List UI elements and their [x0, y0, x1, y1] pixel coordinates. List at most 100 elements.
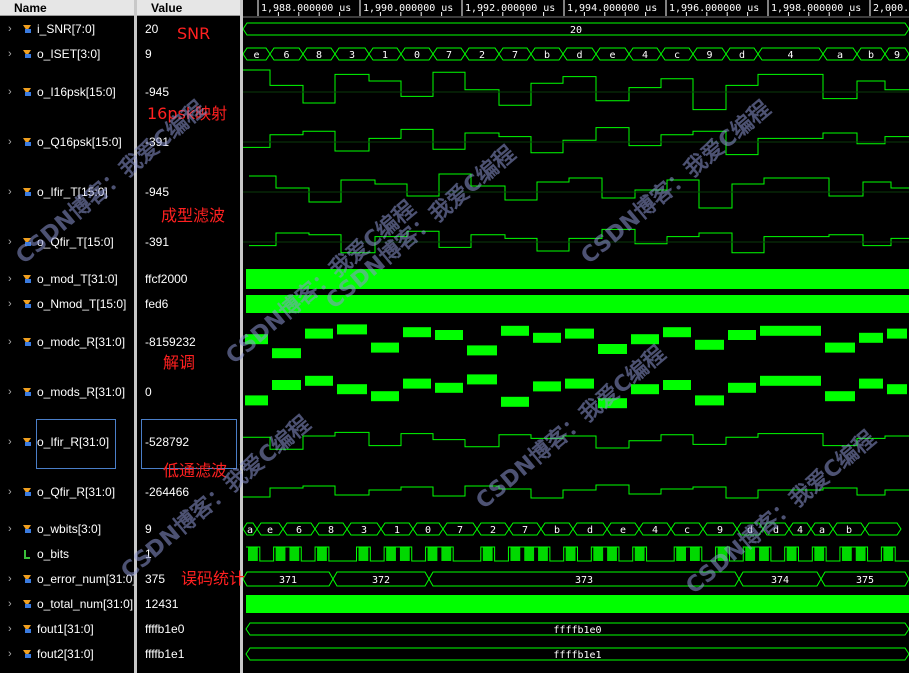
expand-chevron-icon[interactable]: ›	[8, 520, 18, 538]
signal-value: -945	[145, 185, 170, 199]
expand-chevron-icon[interactable]: ›	[8, 595, 18, 613]
total-num-dense-bar	[246, 595, 909, 613]
bus-value-label: e	[609, 50, 615, 61]
bit-high-pulse	[786, 547, 797, 561]
bit-high-pulse	[841, 547, 852, 561]
modc-r-waveform	[631, 334, 659, 345]
bus-value-label: b	[846, 525, 852, 536]
signal-row[interactable]: › o_Q16psk[15:0]	[0, 133, 134, 151]
signal-row[interactable]: › o_Nmod_T[15:0]	[0, 295, 134, 313]
expand-chevron-icon[interactable]: ›	[8, 233, 18, 251]
signal-row[interactable]: › o_error_num[31:0]	[0, 570, 134, 588]
name-column-header[interactable]: Name	[0, 0, 134, 16]
modc-r-waveform	[859, 332, 883, 343]
annotation-lowpass-filter: 低通滤波	[163, 461, 228, 480]
mods-r-waveform	[859, 378, 883, 389]
signal-value: 9	[145, 522, 152, 536]
modc-r-waveform	[760, 325, 821, 336]
signal-value: ffffb1e0	[145, 622, 185, 636]
expand-chevron-icon[interactable]: ›	[8, 183, 18, 201]
modc-r-waveform	[533, 332, 561, 343]
expand-chevron-icon[interactable]: ›	[8, 483, 18, 501]
ifir-t-waveform	[249, 173, 909, 209]
expand-chevron-icon[interactable]: ›	[8, 333, 18, 351]
signal-row[interactable]: › o_wbits[3:0]	[0, 520, 134, 538]
signal-row[interactable]: › o_Qfir_R[31:0]	[0, 483, 134, 501]
signal-row[interactable]: › o_mod_T[31:0]	[0, 270, 134, 288]
bus-value-label: 20	[570, 25, 582, 36]
signal-row[interactable]: › o_total_num[31:0]	[0, 595, 134, 613]
bus-segment	[864, 522, 902, 536]
signal-row[interactable]: › o_Ifir_T[15:0]	[0, 183, 134, 201]
signal-row[interactable]: › o_mods_R[31:0]	[0, 383, 134, 401]
annotation-demodulation: 解调	[163, 353, 196, 372]
bus-signal-icon	[23, 575, 31, 583]
signal-row[interactable]: › o_ISET[3:0]	[0, 45, 134, 63]
mods-r-waveform	[467, 374, 497, 385]
signal-row[interactable]: › o_modc_R[31:0]	[0, 333, 134, 351]
bit-high-pulse	[855, 547, 866, 561]
bus-value-label: 9	[717, 525, 723, 536]
bit-high-pulse	[565, 547, 576, 561]
signal-name: o_I16psk[15:0]	[37, 85, 116, 99]
time-tick-label: 1,990.000000 us	[363, 3, 453, 14]
mods-r-waveform	[403, 378, 431, 389]
signal-name: o_bits	[37, 547, 70, 561]
bit-high-pulse	[593, 547, 604, 561]
bus-value-label: 8	[328, 525, 334, 536]
expand-chevron-icon[interactable]: ›	[8, 45, 18, 63]
expand-chevron-icon[interactable]: ›	[8, 295, 18, 313]
mods-r-waveform	[435, 382, 463, 393]
bit-high-pulse	[358, 547, 369, 561]
expand-chevron-icon[interactable]: ›	[8, 433, 18, 451]
name-column: Name › i_SNR[7:0] › o_ISET[3:0] › o_I16psk[15…	[0, 0, 134, 673]
bus-signal-icon	[23, 438, 31, 446]
bus-value-label: 1	[394, 525, 400, 536]
mods-r-waveform	[245, 395, 268, 406]
bus-value-label: e	[620, 525, 626, 536]
signal-value: 375	[145, 572, 166, 586]
signal-row[interactable]: › i_SNR[7:0]	[0, 20, 134, 38]
bit-high-pulse	[759, 547, 769, 561]
expand-chevron-icon[interactable]: ›	[8, 133, 18, 151]
bus-value-label: d	[587, 525, 593, 536]
q16psk-waveform	[243, 127, 909, 156]
modc-r-waveform	[565, 328, 594, 339]
signal-row[interactable]: o_bits	[0, 545, 134, 563]
waveform-view[interactable]: 1,988.000000 us 1,990.000000 us 1,992.0000…	[243, 0, 909, 673]
expand-chevron-icon[interactable]: ›	[8, 83, 18, 101]
bus-value-label: 7	[512, 50, 518, 61]
time-tick-label: 1,994.000000 us	[567, 3, 657, 14]
expand-chevron-icon[interactable]: ›	[8, 570, 18, 588]
time-tick-label: 2,000.000000 us	[873, 3, 909, 14]
bus-value-label: 371	[279, 575, 297, 586]
signal-row[interactable]: › fout2[31:0]	[0, 645, 134, 663]
expand-chevron-icon[interactable]: ›	[8, 620, 18, 638]
signal-name: o_Ifir_T[15:0]	[37, 185, 108, 199]
expand-chevron-icon[interactable]: ›	[8, 383, 18, 401]
value-column-header[interactable]: Value	[137, 0, 240, 16]
bus-value-label: b	[554, 525, 560, 536]
modc-r-waveform	[728, 330, 756, 340]
expand-chevron-icon[interactable]: ›	[8, 270, 18, 288]
bus-signal-icon	[23, 488, 31, 496]
time-tick-label: 1,988.000000 us	[261, 3, 351, 14]
modc-r-waveform	[501, 325, 529, 336]
expand-chevron-icon[interactable]: ›	[8, 645, 18, 663]
signal-name: o_Qfir_R[31:0]	[37, 485, 116, 499]
bus-value-label: 2	[490, 525, 496, 536]
bus-signal-icon	[23, 625, 31, 633]
expand-chevron-icon[interactable]: ›	[8, 20, 18, 38]
bus-signal-icon	[23, 138, 31, 146]
signal-row[interactable]: › o_Qfir_T[15:0]	[0, 233, 134, 251]
signal-row[interactable]: › o_I16psk[15:0]	[0, 83, 134, 101]
signal-row[interactable]: › fout1[31:0]	[0, 620, 134, 638]
signal-value: fed6	[145, 297, 169, 311]
bus-value-label: 0	[414, 50, 420, 61]
bits-waveform	[246, 546, 909, 562]
annotation-16psk-mapping: 16psk映射	[147, 104, 228, 123]
signal-value: ffffb1e1	[145, 647, 185, 661]
modc-r-waveform	[695, 339, 724, 350]
signal-value: -391	[145, 135, 170, 149]
bus-value-label: 4	[652, 525, 658, 536]
